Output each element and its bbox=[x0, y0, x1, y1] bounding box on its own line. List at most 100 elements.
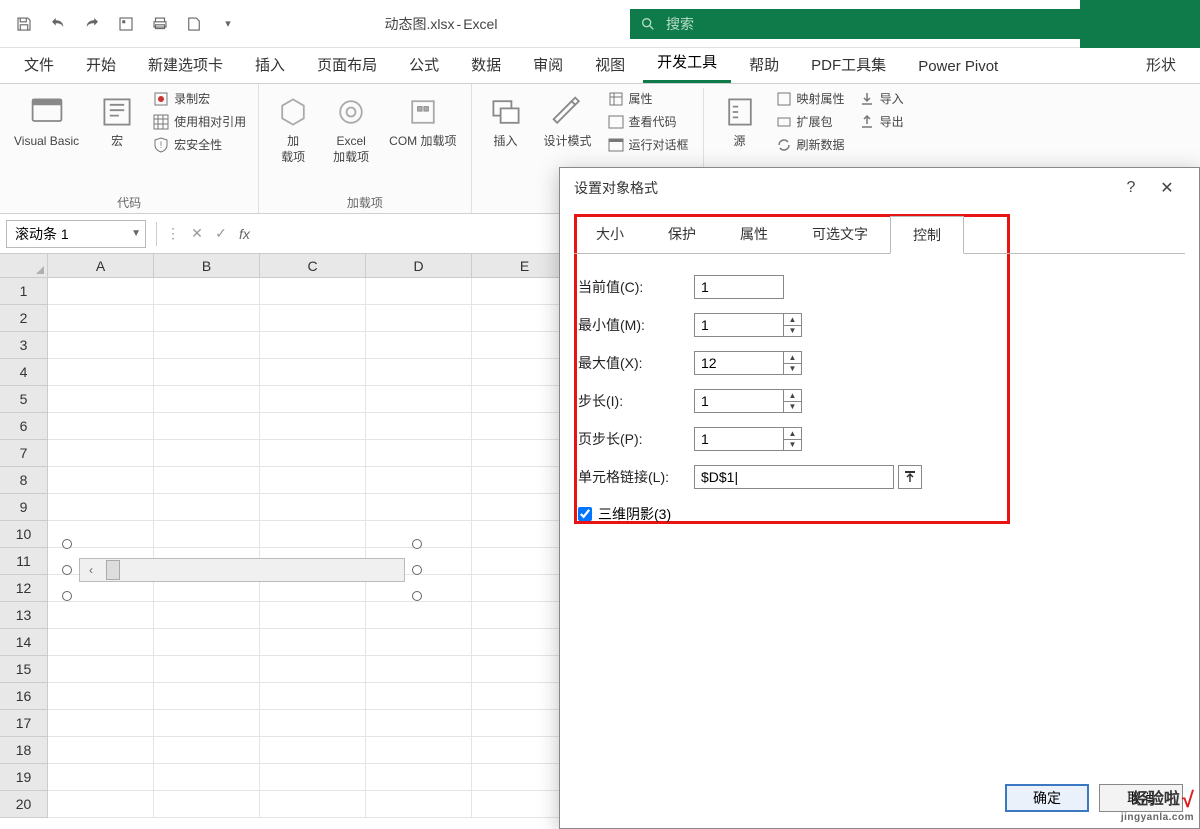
cell[interactable] bbox=[366, 629, 472, 656]
print-icon[interactable] bbox=[144, 8, 176, 40]
tab-pdf[interactable]: PDF工具集 bbox=[797, 46, 900, 83]
save-icon[interactable] bbox=[8, 8, 40, 40]
cell[interactable] bbox=[366, 413, 472, 440]
cell[interactable] bbox=[366, 764, 472, 791]
min-value-input[interactable] bbox=[694, 313, 784, 337]
cell[interactable] bbox=[366, 467, 472, 494]
col-header[interactable]: D bbox=[366, 254, 472, 278]
cell[interactable] bbox=[366, 278, 472, 305]
cell[interactable] bbox=[366, 305, 472, 332]
cell[interactable] bbox=[48, 359, 154, 386]
help-button[interactable]: ? bbox=[1113, 170, 1149, 206]
tab-data[interactable]: 数据 bbox=[457, 46, 515, 83]
row-header[interactable]: 8 bbox=[0, 467, 48, 494]
cell[interactable] bbox=[260, 656, 366, 683]
scroll-left-icon[interactable]: ‹ bbox=[80, 559, 102, 581]
row-header[interactable]: 2 bbox=[0, 305, 48, 332]
cell[interactable] bbox=[366, 359, 472, 386]
cell[interactable] bbox=[260, 737, 366, 764]
cell[interactable] bbox=[48, 683, 154, 710]
chevron-down-icon[interactable]: ▼ bbox=[131, 228, 141, 239]
cell[interactable] bbox=[48, 332, 154, 359]
cell[interactable] bbox=[366, 683, 472, 710]
range-picker-button[interactable] bbox=[898, 465, 922, 489]
tab-home[interactable]: 开始 bbox=[72, 46, 130, 83]
spin-down-icon[interactable]: ▼ bbox=[784, 364, 801, 375]
com-addins-button[interactable]: COM 加载项 bbox=[383, 88, 462, 154]
cell[interactable] bbox=[260, 710, 366, 737]
row-header[interactable]: 16 bbox=[0, 683, 48, 710]
row-header[interactable]: 10 bbox=[0, 521, 48, 548]
resize-handle[interactable] bbox=[412, 591, 422, 601]
tab-formula[interactable]: 公式 bbox=[395, 46, 453, 83]
dialog-titlebar[interactable]: 设置对象格式 ? ✕ bbox=[560, 168, 1199, 208]
cell[interactable] bbox=[260, 413, 366, 440]
resize-handle[interactable] bbox=[62, 539, 72, 549]
row-header[interactable]: 15 bbox=[0, 656, 48, 683]
cell[interactable] bbox=[366, 791, 472, 818]
cell[interactable] bbox=[154, 413, 260, 440]
resize-handle[interactable] bbox=[412, 565, 422, 575]
redo-icon[interactable] bbox=[76, 8, 108, 40]
cell[interactable] bbox=[48, 494, 154, 521]
row-header[interactable]: 14 bbox=[0, 629, 48, 656]
cell[interactable] bbox=[260, 602, 366, 629]
run-dialog-button[interactable]: 运行对话框 bbox=[604, 134, 693, 155]
cell[interactable] bbox=[366, 602, 472, 629]
row-header[interactable]: 5 bbox=[0, 386, 48, 413]
tab-layout[interactable]: 页面布局 bbox=[303, 46, 391, 83]
page-spinner[interactable]: ▲▼ bbox=[784, 427, 802, 451]
macro-button[interactable]: 宏 bbox=[91, 88, 143, 154]
cell[interactable] bbox=[366, 710, 472, 737]
properties-button[interactable]: 属性 bbox=[604, 88, 693, 109]
scroll-thumb[interactable] bbox=[106, 560, 120, 580]
page-step-input[interactable] bbox=[694, 427, 784, 451]
map-props-button[interactable]: 映射属性 bbox=[772, 88, 849, 109]
addins-button[interactable]: 加 载项 bbox=[267, 88, 319, 169]
tab-insert[interactable]: 插入 bbox=[241, 46, 299, 83]
cell[interactable] bbox=[154, 332, 260, 359]
macro-security-button[interactable]: !宏安全性 bbox=[149, 134, 250, 155]
cell[interactable] bbox=[48, 413, 154, 440]
scrollbar-control-object[interactable]: ‹ bbox=[67, 544, 417, 596]
resize-handle[interactable] bbox=[62, 565, 72, 575]
cell[interactable] bbox=[260, 791, 366, 818]
cell[interactable] bbox=[366, 386, 472, 413]
view-code-button[interactable]: 查看代码 bbox=[604, 111, 693, 132]
row-header[interactable]: 7 bbox=[0, 440, 48, 467]
tab-developer[interactable]: 开发工具 bbox=[643, 43, 731, 83]
tab-shape[interactable]: 形状 bbox=[1132, 46, 1190, 83]
dtab-size[interactable]: 大小 bbox=[574, 216, 646, 253]
spin-up-icon[interactable]: ▲ bbox=[784, 352, 801, 364]
cell[interactable] bbox=[260, 359, 366, 386]
row-header[interactable]: 13 bbox=[0, 602, 48, 629]
col-header[interactable]: A bbox=[48, 254, 154, 278]
resize-handle[interactable] bbox=[62, 591, 72, 601]
tab-view[interactable]: 视图 bbox=[581, 46, 639, 83]
cell[interactable] bbox=[48, 440, 154, 467]
cell[interactable] bbox=[154, 359, 260, 386]
cell[interactable] bbox=[48, 764, 154, 791]
cell[interactable] bbox=[260, 332, 366, 359]
tab-file[interactable]: 文件 bbox=[10, 46, 68, 83]
cell[interactable] bbox=[154, 440, 260, 467]
row-header[interactable]: 20 bbox=[0, 791, 48, 818]
col-header[interactable]: C bbox=[260, 254, 366, 278]
max-value-input[interactable] bbox=[694, 351, 784, 375]
cell[interactable] bbox=[48, 791, 154, 818]
resize-handle[interactable] bbox=[412, 539, 422, 549]
cancel-formula-icon[interactable]: ✕ bbox=[185, 222, 209, 246]
search-box[interactable]: 搜索 bbox=[630, 9, 1080, 39]
fx-icon[interactable]: fx bbox=[233, 226, 256, 242]
min-spinner[interactable]: ▲▼ bbox=[784, 313, 802, 337]
cell[interactable] bbox=[154, 764, 260, 791]
cell[interactable] bbox=[48, 278, 154, 305]
cell[interactable] bbox=[48, 305, 154, 332]
col-header[interactable]: B bbox=[154, 254, 260, 278]
cell[interactable] bbox=[260, 764, 366, 791]
cell[interactable] bbox=[48, 629, 154, 656]
row-header[interactable]: 11 bbox=[0, 548, 48, 575]
cell[interactable] bbox=[154, 278, 260, 305]
cell[interactable] bbox=[154, 467, 260, 494]
import-button[interactable]: 导入 bbox=[855, 88, 908, 109]
